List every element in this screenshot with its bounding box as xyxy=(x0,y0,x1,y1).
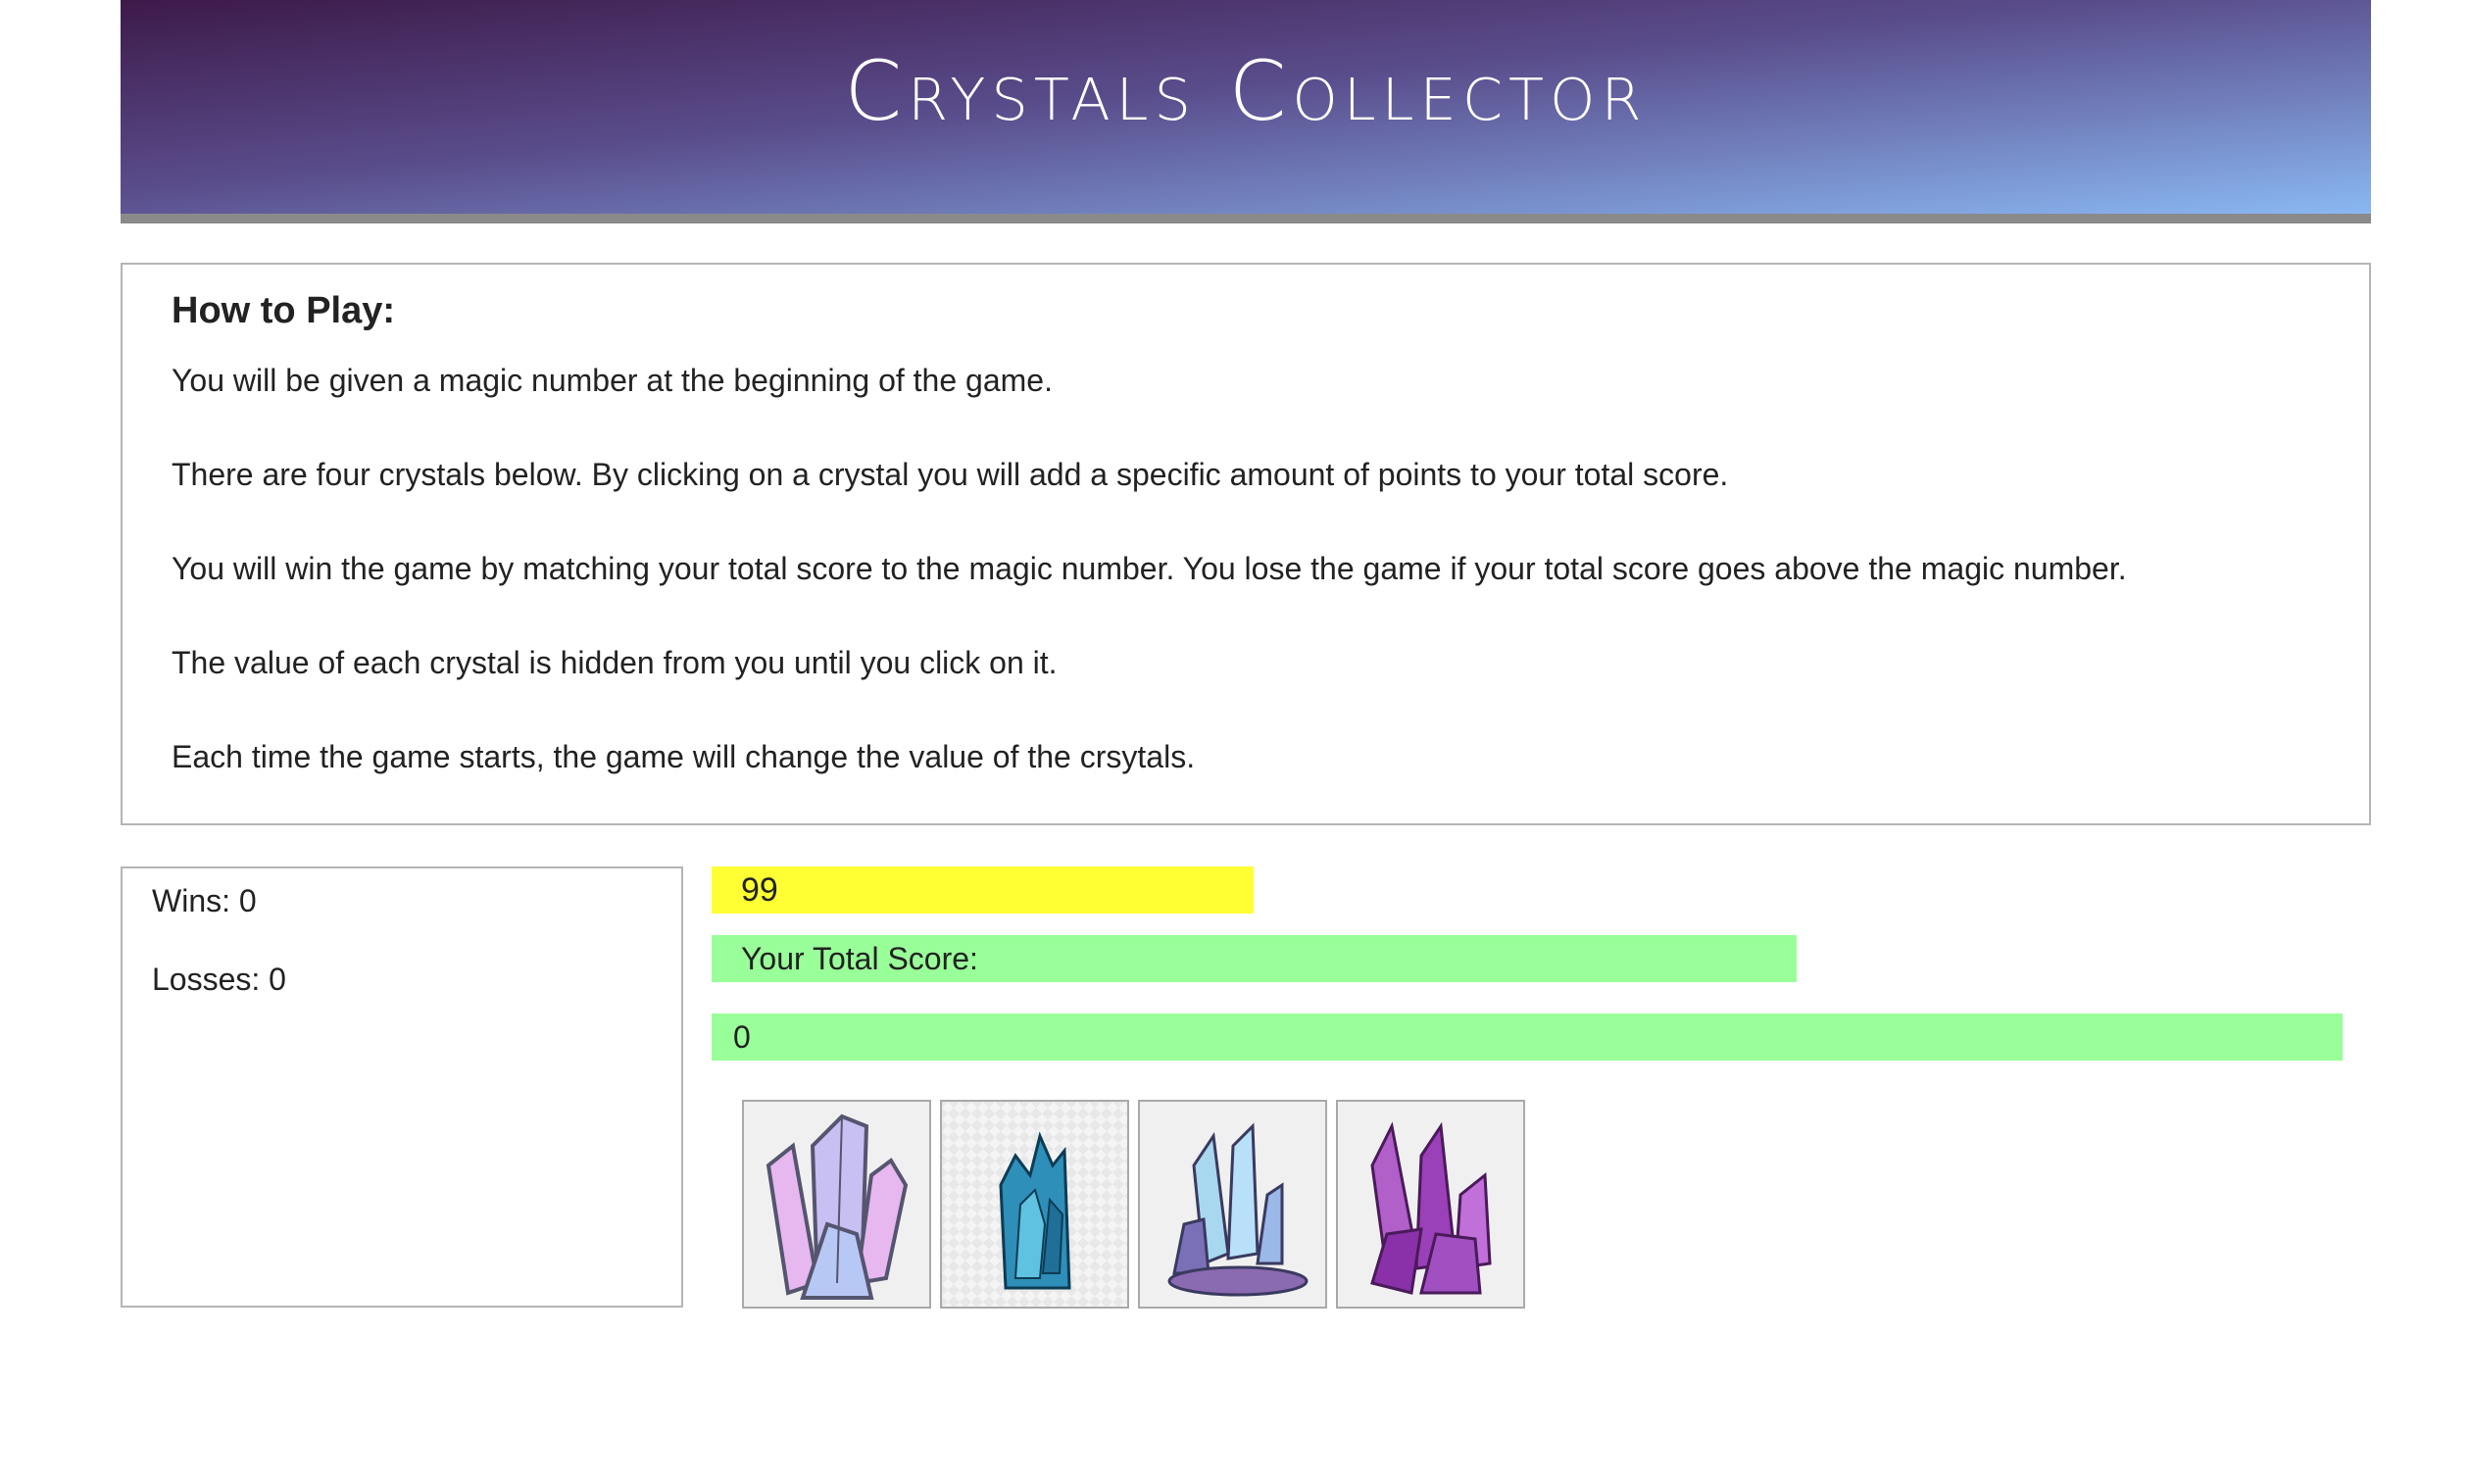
stats-panel: Wins: 0 Losses: 0 xyxy=(121,866,683,1308)
crystal-button-1[interactable] xyxy=(742,1100,931,1309)
purple-amethyst-crystal-icon xyxy=(1369,1120,1492,1295)
crystal-button-2[interactable] xyxy=(940,1100,1129,1309)
instruction-line: There are four crystals below. By clicki… xyxy=(172,457,1729,492)
losses-counter: Losses: 0 xyxy=(152,962,286,997)
instructions-heading: How to Play: xyxy=(172,290,396,331)
instructions-panel: How to Play: You will be given a magic n… xyxy=(121,263,2371,825)
crystal-button-3[interactable] xyxy=(1138,1100,1327,1309)
instruction-line: You will be given a magic number at the … xyxy=(172,363,1053,398)
page-header: Crystals Collector xyxy=(121,0,2371,223)
instruction-line: The value of each crystal is hidden from… xyxy=(172,645,1058,680)
blue-purple-crystal-cluster-icon xyxy=(1167,1122,1308,1296)
instruction-line: Each time the game starts, the game will… xyxy=(172,739,1196,774)
pink-blue-crystal-icon xyxy=(766,1113,908,1300)
total-score-label: Your Total Score: xyxy=(712,935,1797,982)
teal-crystal-icon xyxy=(998,1130,1071,1289)
crystal-row xyxy=(742,1100,1525,1309)
page-title: Crystals Collector xyxy=(844,43,1648,139)
crystal-button-4[interactable] xyxy=(1336,1100,1525,1309)
instruction-line: You will win the game by matching your t… xyxy=(172,551,2127,586)
wins-counter: Wins: 0 xyxy=(152,883,257,918)
total-score-value: 0 xyxy=(712,1014,2343,1061)
magic-number: 99 xyxy=(712,866,1254,914)
